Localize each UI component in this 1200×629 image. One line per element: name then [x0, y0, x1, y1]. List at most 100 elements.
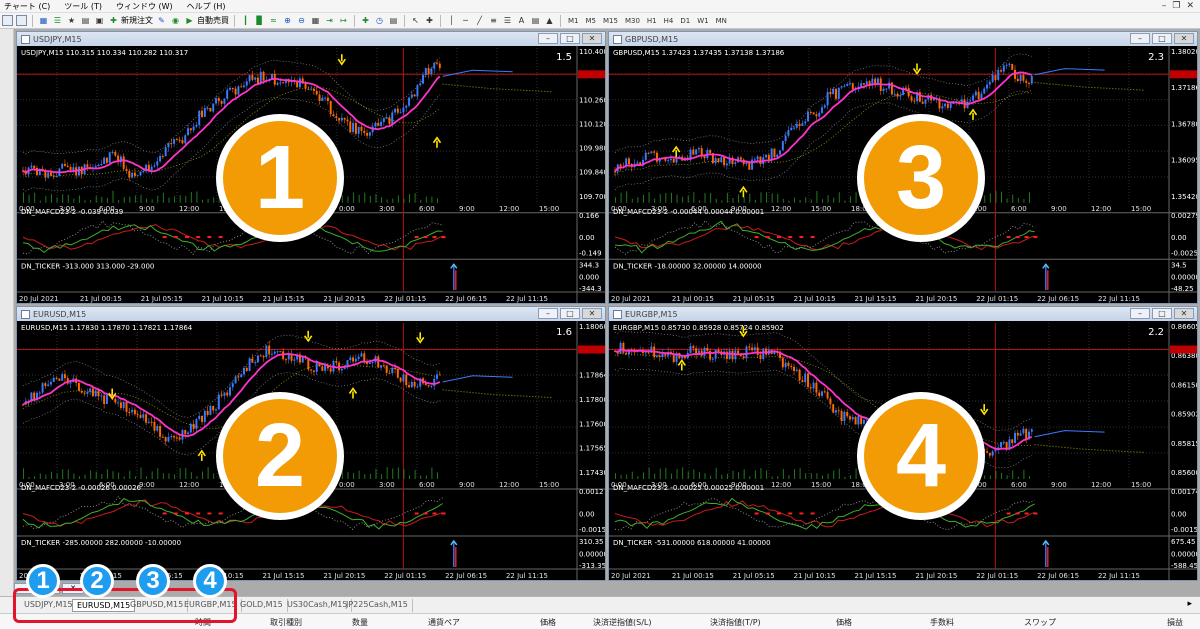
menu-tools[interactable]: ツール (T) — [64, 1, 102, 12]
maximize-icon[interactable]: □ — [560, 33, 580, 44]
chart-window-titlebar[interactable]: EURUSD,M15 – □ ✕ — [17, 307, 605, 321]
label-icon[interactable]: ▤ — [530, 15, 541, 26]
minimize-icon[interactable]: – — [1130, 33, 1150, 44]
buy-arrow-icon — [348, 387, 358, 399]
col-profit[interactable]: 損益 — [1167, 617, 1183, 628]
col-close-price[interactable]: 価格 — [836, 617, 852, 628]
col-symbol[interactable]: 通貨ペア — [428, 617, 460, 628]
time-axis-label: 6:00 — [1011, 205, 1027, 213]
col-commission[interactable]: 手数料 — [930, 617, 954, 628]
indicators-icon[interactable]: ✚ — [360, 15, 371, 26]
price-axis-label: 1.36095 — [1171, 157, 1197, 165]
menu-window[interactable]: ウィンドウ (W) — [116, 1, 173, 12]
minimize-icon[interactable]: – — [1130, 308, 1150, 319]
minimize-icon[interactable]: – — [1162, 1, 1167, 11]
date-axis-label: 20 Jul 2021 — [611, 572, 651, 580]
buy-arrow-icon — [432, 136, 442, 148]
metaeditor-icon[interactable]: ✎ — [156, 15, 167, 26]
new-order-button[interactable]: ✚ 新規注文 — [108, 15, 153, 26]
tab-scroll-right-icon[interactable]: ▸ — [1187, 599, 1192, 609]
timeframe-m15[interactable]: M15 — [601, 17, 620, 25]
col-type[interactable]: 取引種別 — [270, 617, 302, 628]
horizontal-line-icon[interactable]: ─ — [460, 15, 471, 26]
chart-window-titlebar[interactable]: USDJPY,M15 – □ ✕ — [17, 32, 605, 46]
timeframe-m1[interactable]: M1 — [566, 17, 581, 25]
maximize-icon[interactable]: □ — [560, 308, 580, 319]
timeframe-m5[interactable]: M5 — [584, 17, 599, 25]
number-badge-3: 3 — [857, 114, 985, 242]
line-chart-icon[interactable]: ≈ — [268, 15, 279, 26]
tab-gold[interactable]: GOLD,M15 — [236, 599, 288, 612]
trendline-icon[interactable]: ╱ — [474, 15, 485, 26]
restore-icon[interactable]: ❐ — [1172, 1, 1180, 11]
chart-shift-icon[interactable]: ↦ — [338, 15, 349, 26]
fibonacci-icon[interactable]: ☰ — [502, 15, 513, 26]
profiles-icon[interactable] — [16, 15, 27, 26]
buy-arrow-icon — [968, 108, 978, 120]
shapes-icon[interactable]: ▲ — [544, 15, 555, 26]
time-axis-label: 12:00 — [1091, 205, 1111, 213]
tester-icon[interactable]: ▣ — [94, 15, 105, 26]
date-axis-label: 21 Jul 10:15 — [794, 572, 836, 580]
candlestick-icon[interactable]: ▉ — [254, 15, 265, 26]
timeframe-h4[interactable]: H4 — [662, 17, 676, 25]
auto-trade-icon: ▶ — [186, 16, 193, 25]
close-icon[interactable]: ✕ — [1186, 1, 1194, 11]
periods-icon[interactable]: ◷ — [374, 15, 385, 26]
crosshair-icon[interactable]: ✚ — [424, 15, 435, 26]
auto-trade-button[interactable]: ▶ 自動売買 — [184, 15, 229, 26]
price-axis-label: 110.120 — [579, 120, 605, 128]
chart-window-title: EURUSD,M15 — [33, 309, 87, 319]
number-badge-2: 2 — [216, 392, 344, 520]
menu-help[interactable]: ヘルプ (H) — [187, 1, 226, 12]
tab-jp225cash[interactable]: JP225Cash,M15 — [342, 599, 413, 612]
timeframe-w1[interactable]: W1 — [695, 17, 710, 25]
price-axis-label: 110.260 — [579, 96, 605, 104]
terminal-icon[interactable]: ▤ — [80, 15, 91, 26]
close-icon[interactable]: ✕ — [582, 33, 602, 44]
vertical-line-icon[interactable]: │ — [446, 15, 457, 26]
templates-icon[interactable]: ▤ — [388, 15, 399, 26]
col-swap[interactable]: スワップ — [1024, 617, 1056, 628]
tile-windows-icon[interactable]: ▦ — [310, 15, 321, 26]
time-axis-label: 6:00 — [419, 481, 435, 489]
bar-chart-icon[interactable]: ┃ — [240, 15, 251, 26]
cursor-icon[interactable]: ↖ — [410, 15, 421, 26]
ticker-header: DN_TICKER -531.00000 618.00000 41.00000 — [613, 539, 771, 547]
market-watch-icon[interactable]: ▦ — [38, 15, 49, 26]
autoscroll-icon[interactable]: ⇥ — [324, 15, 335, 26]
timeframe-m30[interactable]: M30 — [623, 17, 642, 25]
col-sl[interactable]: 決済逆指値(S/L) — [593, 617, 651, 628]
chart-window-icon — [613, 309, 622, 319]
timeframe-d1[interactable]: D1 — [678, 17, 692, 25]
text-tool[interactable]: A — [516, 15, 527, 26]
col-tp[interactable]: 決済指値(T/P) — [710, 617, 761, 628]
maximize-icon[interactable]: □ — [1152, 33, 1172, 44]
close-icon[interactable]: ✕ — [582, 308, 602, 319]
chart-window-titlebar[interactable]: EURGBP,M15 – □ ✕ — [609, 307, 1197, 321]
menu-chart[interactable]: チャート (C) — [4, 1, 50, 12]
price-axis-label: 0.85815 — [1171, 440, 1197, 448]
price-axis-label: 0.86150 — [1171, 381, 1197, 389]
col-price[interactable]: 価格 — [540, 617, 556, 628]
zoom-in-icon[interactable]: ⊕ — [282, 15, 293, 26]
close-icon[interactable]: ✕ — [1174, 33, 1194, 44]
close-icon[interactable]: ✕ — [1174, 308, 1194, 319]
globe-icon[interactable]: ◉ — [170, 15, 181, 26]
channel-icon[interactable]: ≡ — [488, 15, 499, 26]
col-volume[interactable]: 数量 — [352, 617, 368, 628]
zoom-out-icon[interactable]: ⊖ — [296, 15, 307, 26]
timeframe-h1[interactable]: H1 — [645, 17, 659, 25]
price-axis-label: 109.980 — [579, 145, 605, 153]
maximize-icon[interactable]: □ — [1152, 308, 1172, 319]
minimize-icon[interactable]: – — [538, 33, 558, 44]
chart-window-titlebar[interactable]: GBPUSD,M15 – □ ✕ — [609, 32, 1197, 46]
date-axis-label: 21 Jul 05:15 — [733, 295, 775, 303]
new-chart-icon[interactable] — [2, 15, 13, 26]
data-window-icon[interactable]: ☰ — [52, 15, 63, 26]
navigator-icon[interactable]: ★ — [66, 15, 77, 26]
timeframe-mn[interactable]: MN — [714, 17, 729, 25]
date-axis-label: 21 Jul 15:15 — [854, 295, 896, 303]
minimize-icon[interactable]: – — [538, 308, 558, 319]
macd-axis-label: 0.00 — [579, 510, 595, 518]
